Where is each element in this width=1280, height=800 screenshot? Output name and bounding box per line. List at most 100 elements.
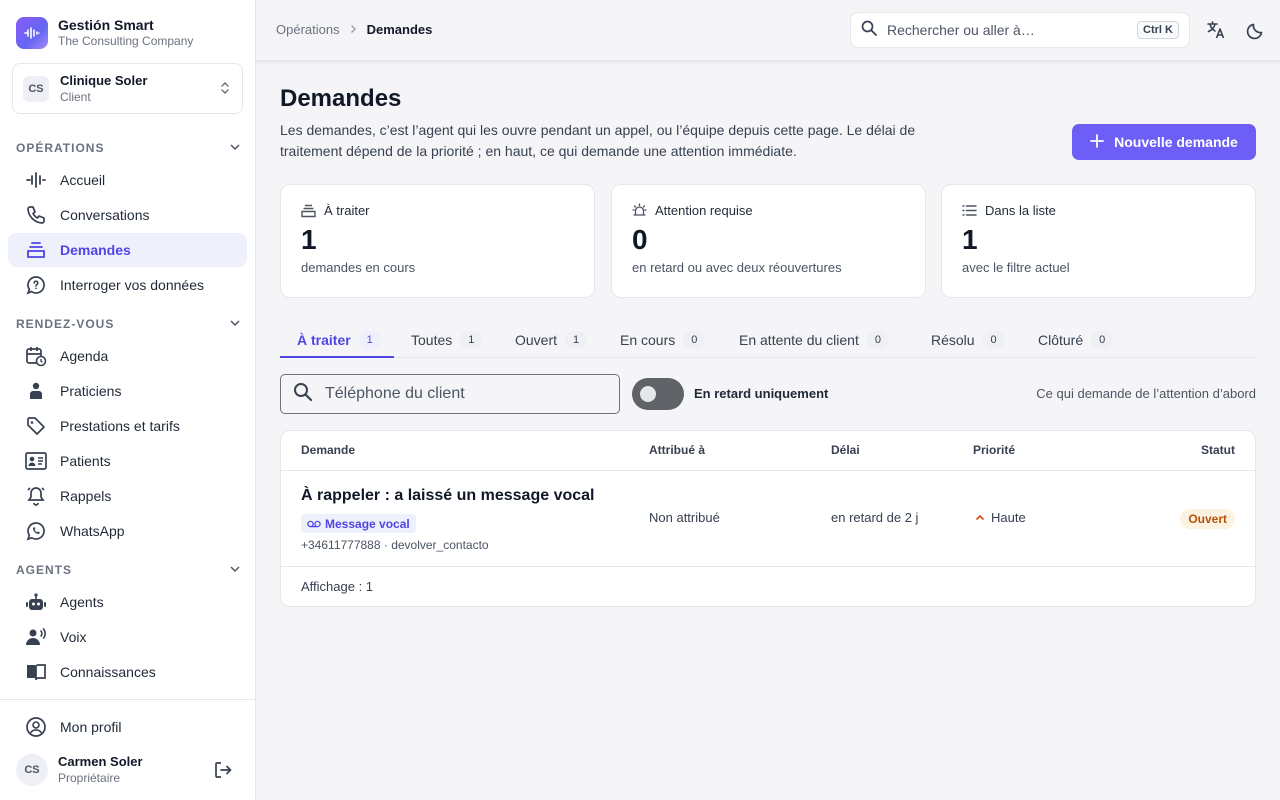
tab-cloture[interactable]: Clôturé 0 xyxy=(1038,324,1114,358)
sidebar-item-label: Interroger vos données xyxy=(60,277,204,293)
sidebar: Gestión Smart The Consulting Company CS … xyxy=(0,0,256,800)
tab-a-traiter[interactable]: À traiter 1 xyxy=(280,324,394,358)
tab-count: 0 xyxy=(982,331,1005,349)
phone-icon xyxy=(24,203,48,227)
translate-icon[interactable] xyxy=(1206,20,1226,45)
sidebar-item-connaissances[interactable]: Connaissances xyxy=(8,655,247,689)
voice-icon xyxy=(24,625,48,649)
user-name: Carmen Soler xyxy=(58,754,143,769)
voicemail-icon xyxy=(307,520,321,528)
sidebar-item-label: Agenda xyxy=(60,348,109,364)
new-request-label: Nouvelle demande xyxy=(1114,134,1238,150)
sidebar-item-label: Prestations et tarifs xyxy=(60,418,180,434)
section-agents[interactable]: AGENTS xyxy=(16,563,241,577)
sidebar-item-interroger[interactable]: Interroger vos données xyxy=(8,268,247,302)
tab-label: À traiter xyxy=(297,332,351,348)
stat-subtitle: en retard ou avec deux réouvertures xyxy=(632,260,842,275)
sidebar-item-voix[interactable]: Voix xyxy=(8,620,247,654)
bell-icon xyxy=(24,484,48,508)
sidebar-item-demandes[interactable]: Demandes xyxy=(8,233,247,267)
practitioner-icon xyxy=(24,379,48,403)
sidebar-item-whatsapp[interactable]: WhatsApp xyxy=(8,514,247,548)
sidebar-item-label: Rappels xyxy=(60,488,112,504)
tab-count: 1 xyxy=(358,331,381,349)
stat-label: Attention requise xyxy=(655,203,753,218)
stat-subtitle: demandes en cours xyxy=(301,260,416,275)
sidebar-item-agenda[interactable]: Agenda xyxy=(8,339,247,373)
list-icon xyxy=(962,204,977,217)
tab-ouvert[interactable]: Ouvert 1 xyxy=(515,324,588,358)
voicemail-tag: Message vocal xyxy=(301,514,416,533)
dark-mode-icon[interactable] xyxy=(1246,20,1266,45)
avatar: CS xyxy=(16,754,48,786)
tab-label: En attente du client xyxy=(739,332,859,348)
column-header-delai: Délai xyxy=(831,443,860,457)
phone-filter-input[interactable]: Téléphone du client xyxy=(280,374,620,414)
tab-label: Toutes xyxy=(411,332,453,348)
sidebar-item-label: Praticiens xyxy=(60,383,122,399)
logout-icon[interactable] xyxy=(213,760,233,785)
sidebar-item-label: Conversations xyxy=(60,207,150,223)
breadcrumb-operations[interactable]: Opérations xyxy=(276,22,340,37)
brand[interactable]: Gestión Smart The Consulting Company xyxy=(16,17,193,49)
inbox-icon xyxy=(301,204,316,218)
sidebar-item-label: Patients xyxy=(60,453,111,469)
delay-cell: en retard de 2 j xyxy=(831,510,919,525)
sidebar-item-conversations[interactable]: Conversations xyxy=(8,198,247,232)
sidebar-item-accueil[interactable]: Accueil xyxy=(8,163,247,197)
global-search[interactable]: Rechercher ou aller à… Ctrl K xyxy=(850,12,1190,48)
stat-value: 1 xyxy=(962,224,978,255)
profile-link-label: Mon profil xyxy=(60,719,122,735)
user-role: Propriétaire xyxy=(58,771,121,785)
user-circle-icon xyxy=(24,715,48,739)
chevron-up-icon xyxy=(975,514,985,521)
chevron-up-down-icon xyxy=(220,81,230,97)
search-placeholder: Rechercher ou aller à… xyxy=(887,22,1035,38)
divider xyxy=(281,566,1255,567)
late-only-toggle[interactable] xyxy=(632,378,684,410)
section-operations[interactable]: OPÉRATIONS xyxy=(16,141,241,155)
sidebar-item-label: Voix xyxy=(60,629,87,645)
current-user: CS Carmen Soler Propriétaire xyxy=(16,754,241,786)
table-footer-count: Affichage : 1 xyxy=(301,579,374,594)
priority-cell: Haute xyxy=(975,510,1026,525)
sidebar-item-rappels[interactable]: Rappels xyxy=(8,479,247,513)
tab-label: Résolu xyxy=(931,332,975,348)
tab-en-attente[interactable]: En attente du client 0 xyxy=(739,324,889,358)
status-tabs: À traiter 1 Toutes 1 Ouvert 1 En cours 0 En … xyxy=(280,324,1256,358)
breadcrumb: Opérations Demandes xyxy=(276,22,432,37)
tab-toutes[interactable]: Toutes 1 xyxy=(411,324,483,358)
priority-label: Haute xyxy=(991,510,1026,525)
section-label: RENDEZ-VOUS xyxy=(16,317,115,331)
column-header-attribue: Attribué à xyxy=(649,443,706,457)
assigned-cell: Non attribué xyxy=(649,510,720,525)
whatsapp-icon xyxy=(24,519,48,543)
section-rendez-vous[interactable]: RENDEZ-VOUS xyxy=(16,317,241,331)
tab-label: Clôturé xyxy=(1038,332,1084,348)
sidebar-item-praticiens[interactable]: Praticiens xyxy=(8,374,247,408)
organization-switcher[interactable]: CS Clinique Soler Client xyxy=(12,63,243,114)
sidebar-item-mon-profil[interactable]: Mon profil xyxy=(8,710,247,744)
search-icon xyxy=(293,382,313,407)
new-request-button[interactable]: Nouvelle demande xyxy=(1072,124,1256,160)
sidebar-item-prestations[interactable]: Prestations et tarifs xyxy=(8,409,247,443)
stat-card-attention: Attention requise 0 en retard ou avec de… xyxy=(611,184,926,298)
tab-count: 0 xyxy=(683,331,706,349)
waveform-icon xyxy=(24,168,48,192)
tab-resolu[interactable]: Résolu 0 xyxy=(931,324,1005,358)
tab-count: 0 xyxy=(866,331,889,349)
stat-value: 0 xyxy=(632,224,648,255)
chevron-down-icon xyxy=(229,142,241,154)
robot-icon xyxy=(24,590,48,614)
page-description: Les demandes, c’est l’agent qui les ouvr… xyxy=(280,122,916,159)
sidebar-item-agents[interactable]: Agents xyxy=(8,585,247,619)
sidebar-item-patients[interactable]: Patients xyxy=(8,444,247,478)
stat-subtitle: avec le filtre actuel xyxy=(962,260,1070,275)
alarm-icon xyxy=(632,203,647,218)
brand-name: Gestión Smart xyxy=(58,17,154,33)
status-badge: Ouvert xyxy=(1180,509,1235,529)
phone-filter-placeholder: Téléphone du client xyxy=(325,385,465,402)
tab-en-cours[interactable]: En cours 0 xyxy=(620,324,706,358)
tab-count: 0 xyxy=(1091,331,1114,349)
request-title[interactable]: À rappeler : a laissé un message vocal xyxy=(301,487,594,505)
